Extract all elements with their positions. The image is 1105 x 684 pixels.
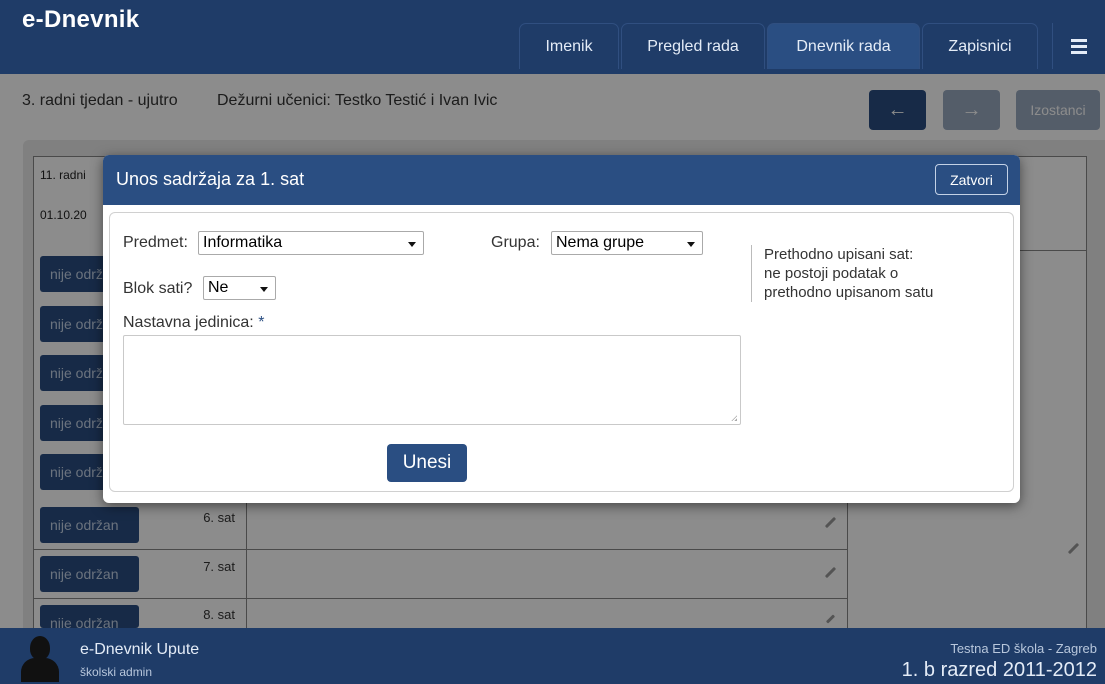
school-name: Testna ED škola - Zagreb	[950, 641, 1097, 656]
unit-label-text: Nastavna jedinica:	[123, 314, 254, 331]
previous-lesson-text: ne postoji podatak o prethodno upisanom …	[764, 265, 934, 301]
dialog-header: Unos sadržaja za 1. sat Zatvori	[103, 155, 1020, 205]
nav-pregled-rada[interactable]: Pregled rada	[621, 23, 765, 69]
previous-lesson-info: Prethodno upisani sat: ne postoji podata…	[751, 245, 961, 302]
dialog-title: Unos sadržaja za 1. sat	[116, 169, 305, 189]
chevron-down-icon	[408, 242, 416, 247]
user-name[interactable]: e-Dnevnik Upute	[80, 641, 199, 659]
chevron-down-icon	[260, 287, 268, 292]
nav-imenik[interactable]: Imenik	[519, 23, 619, 69]
class-year: 1. b razred 2011-2012	[901, 659, 1097, 681]
previous-lesson-title: Prethodno upisani sat:	[764, 246, 914, 263]
close-button[interactable]: Zatvori	[935, 164, 1008, 195]
dialog-body: Predmet: Informatika Grupa: Nema grupe B…	[109, 212, 1014, 492]
subject-label: Predmet:	[123, 234, 188, 251]
subject-select[interactable]: Informatika	[198, 231, 424, 255]
user-avatar-icon[interactable]	[18, 634, 62, 682]
app-brand[interactable]: e-Dnevnik	[22, 6, 139, 34]
unit-label: Nastavna jedinica: *	[123, 314, 264, 332]
user-role: školski admin	[80, 665, 153, 679]
hamburger-icon	[1071, 36, 1087, 57]
chevron-down-icon	[687, 242, 695, 247]
submit-button[interactable]: Unesi	[387, 444, 467, 482]
group-value: Nema grupe	[556, 234, 645, 251]
subject-value: Informatika	[203, 234, 283, 251]
top-navbar: e-Dnevnik Imenik Pregled rada Dnevnik ra…	[0, 0, 1105, 74]
block-value: Ne	[208, 279, 229, 296]
block-label: Blok sati?	[123, 280, 193, 297]
resize-handle-icon[interactable]	[731, 415, 737, 421]
nav-dnevnik-rada[interactable]: Dnevnik rada	[767, 23, 920, 69]
unit-textarea[interactable]	[123, 335, 741, 425]
lesson-entry-dialog: Unos sadržaja za 1. sat Zatvori Predmet:…	[103, 155, 1020, 503]
footer-bar: e-Dnevnik Upute školski admin Testna ED …	[0, 628, 1105, 684]
nav-zapisnici[interactable]: Zapisnici	[922, 23, 1038, 69]
menu-button[interactable]	[1052, 23, 1105, 69]
group-label: Grupa:	[491, 234, 540, 251]
block-select[interactable]: Ne	[203, 276, 276, 300]
required-asterisk: *	[258, 314, 265, 331]
group-select[interactable]: Nema grupe	[551, 231, 703, 255]
